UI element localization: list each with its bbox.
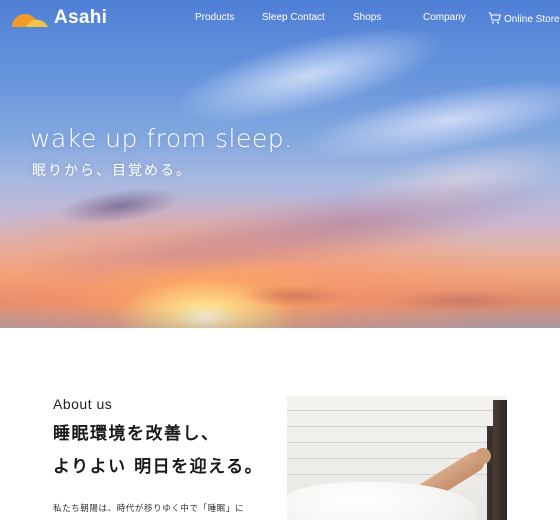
bed-headboard (493, 400, 507, 520)
site-header: Asahi Products Sleep Contact Shops Compa… (0, 0, 560, 36)
cloud (240, 285, 350, 307)
nav-company[interactable]: Company (423, 12, 466, 23)
cloud (58, 181, 182, 231)
sunrise-logo-icon (10, 8, 50, 28)
site-logo[interactable]: Asahi (10, 7, 107, 29)
hero-tagline: wake up from sleep. (30, 124, 293, 153)
about-heading-line2: よりよい 明日を迎える。 (53, 457, 264, 477)
about-body-text: 私たち朝陽は、時代が移りゆく中で「睡眠」に (53, 504, 245, 514)
cloud (18, 214, 322, 296)
nav-shops[interactable]: Shops (353, 12, 381, 23)
about-heading-line1: 睡眠環境を改善し、 (53, 424, 220, 444)
hand (475, 448, 491, 464)
horizon (0, 305, 560, 328)
nav-online-store-label: Online Store (504, 14, 560, 25)
hero-tagline-japanese: 眠りから、目覚める。 (32, 163, 192, 179)
about-label: About us (53, 396, 113, 412)
logo-text: Asahi (54, 7, 108, 28)
cart-icon (488, 12, 501, 27)
nav-online-store[interactable]: Online Store (488, 12, 560, 27)
hero-banner: wake up from sleep. 眠りから、目覚める。 (0, 0, 560, 328)
bedroom-photo (287, 396, 507, 520)
nav-products[interactable]: Products (195, 12, 234, 23)
nav-sleep-contact[interactable]: Sleep Contact (262, 12, 325, 23)
bed-slat (487, 426, 493, 520)
